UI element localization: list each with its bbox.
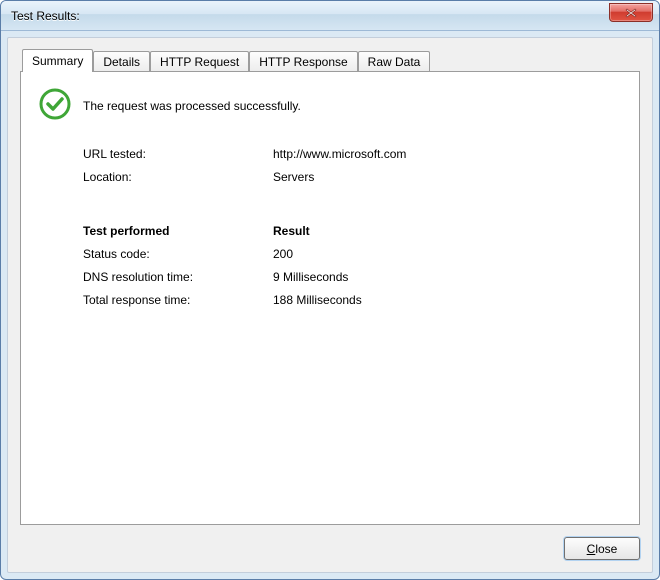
tab-raw-data[interactable]: Raw Data <box>358 51 431 72</box>
status-code-value: 200 <box>273 247 621 261</box>
test-performed-header: Test performed <box>83 224 273 238</box>
status-message: The request was processed successfully. <box>83 99 301 113</box>
total-time-label: Total response time: <box>83 293 273 307</box>
dns-time-label: DNS resolution time: <box>83 270 273 284</box>
tab-summary[interactable]: Summary <box>22 49 93 72</box>
success-check-icon <box>39 88 71 123</box>
location-value: Servers <box>273 170 621 184</box>
close-button-label: Close <box>587 542 618 556</box>
client-area: Summary Details HTTP Request HTTP Respon… <box>7 37 653 573</box>
status-row: The request was processed successfully. <box>39 88 621 123</box>
url-tested-label: URL tested: <box>83 147 273 161</box>
dns-time-value: 9 Milliseconds <box>273 270 621 284</box>
tab-http-request[interactable]: HTTP Request <box>150 51 249 72</box>
tab-panel-summary: The request was processed successfully. … <box>20 71 640 525</box>
total-time-value: 188 Milliseconds <box>273 293 621 307</box>
window-frame: Test Results: Summary Details HTTP Reque… <box>0 0 660 580</box>
results-grid: URL tested: http://www.microsoft.com Loc… <box>83 147 621 307</box>
titlebar[interactable]: Test Results: <box>1 1 659 31</box>
tab-details[interactable]: Details <box>93 51 150 72</box>
tab-http-response[interactable]: HTTP Response <box>249 51 357 72</box>
close-button[interactable]: Close <box>564 537 640 560</box>
window-close-button[interactable] <box>609 3 653 22</box>
dialog-footer: Close <box>20 525 640 560</box>
url-tested-value: http://www.microsoft.com <box>273 147 621 161</box>
status-code-label: Status code: <box>83 247 273 261</box>
tab-strip: Summary Details HTTP Request HTTP Respon… <box>20 48 640 71</box>
result-header: Result <box>273 224 621 238</box>
window-title: Test Results: <box>11 9 609 23</box>
close-icon <box>625 8 637 18</box>
location-label: Location: <box>83 170 273 184</box>
